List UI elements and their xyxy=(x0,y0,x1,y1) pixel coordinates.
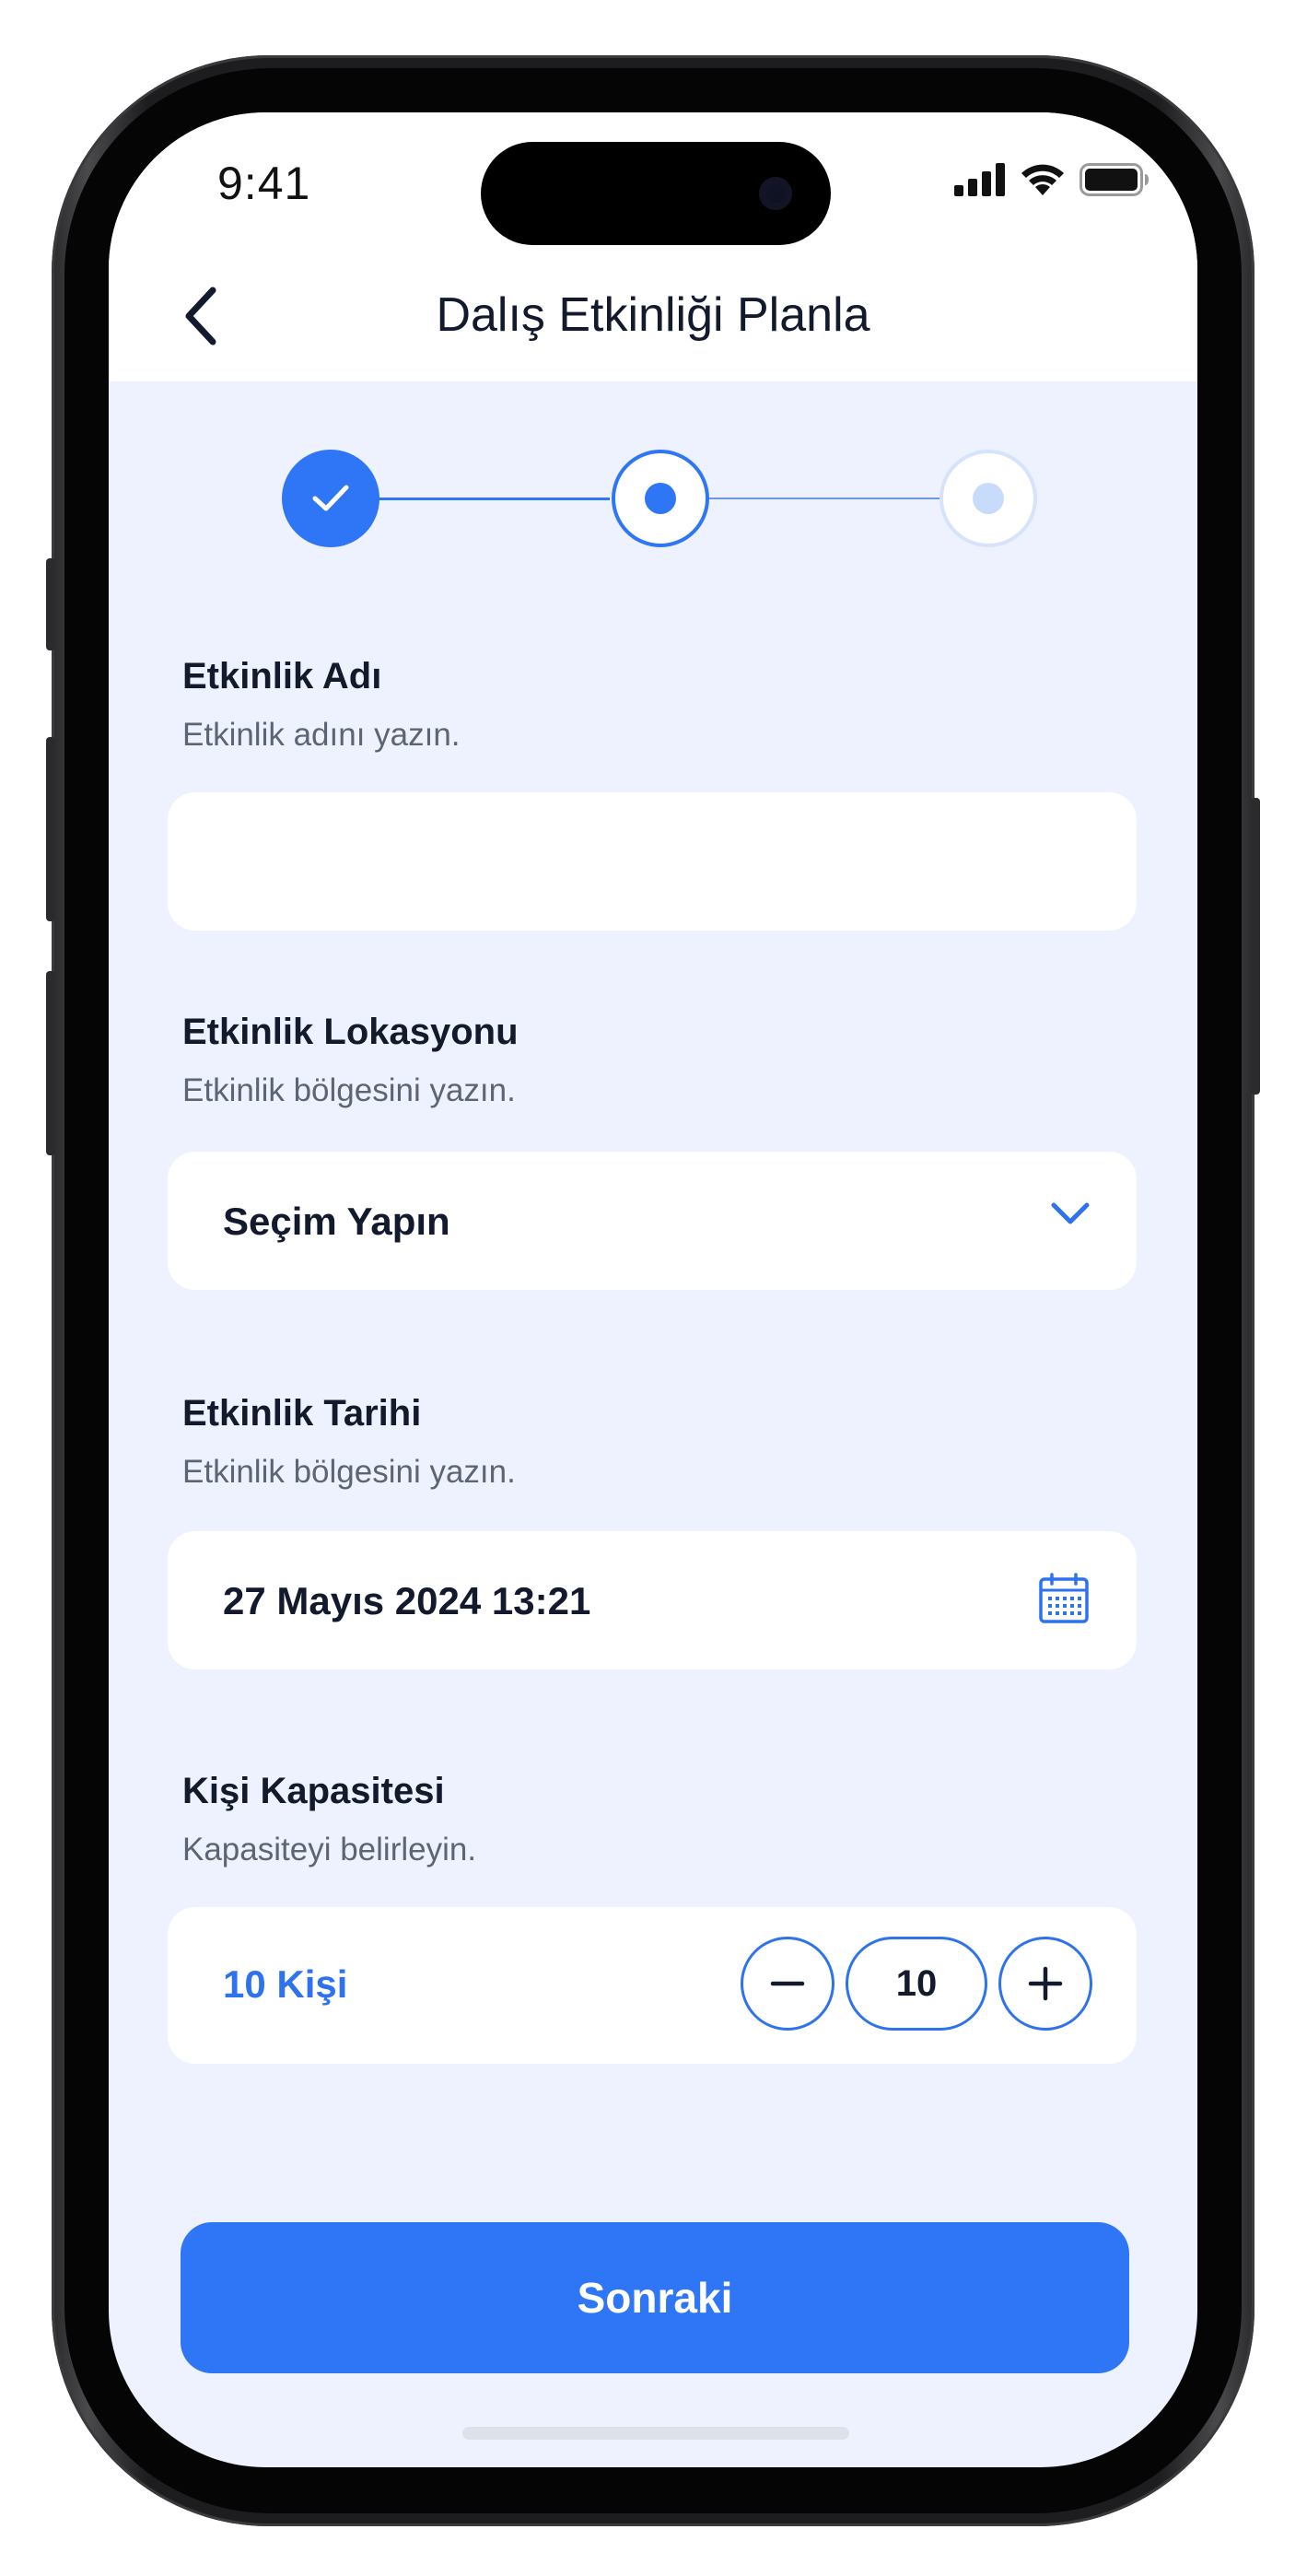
event-name-subtitle: Etkinlik adını yazın. xyxy=(182,717,461,753)
decrement-button[interactable] xyxy=(741,1937,834,2031)
status-icons xyxy=(954,162,1149,197)
step-2-dot xyxy=(645,483,676,514)
calendar-icon xyxy=(1039,1573,1089,1623)
battery-icon xyxy=(1079,163,1149,196)
event-name-input[interactable] xyxy=(168,792,1137,931)
next-button[interactable]: Sonraki xyxy=(181,2222,1129,2373)
event-location-title: Etkinlik Lokasyonu xyxy=(182,1012,519,1052)
event-name-title: Etkinlik Adı xyxy=(182,656,382,697)
step-connector-1 xyxy=(378,498,610,500)
home-indicator xyxy=(462,2427,849,2440)
page-title: Dalış Etkinliği Planla xyxy=(436,288,870,342)
dropdown-toggle[interactable] xyxy=(1050,1201,1091,1225)
status-time: 9:41 xyxy=(217,158,311,209)
calendar-button[interactable] xyxy=(1037,1572,1091,1625)
action-button xyxy=(46,558,55,650)
wifi-icon xyxy=(1021,164,1064,195)
app-screen: 9:41 Dalış Etkinliği Planla Etkinlik Adı… xyxy=(109,112,1197,2467)
quantity-value[interactable]: 10 xyxy=(846,1937,987,2031)
event-date-subtitle: Etkinlik bölgesini yazın. xyxy=(182,1454,516,1490)
check-icon xyxy=(312,485,349,511)
dynamic-island xyxy=(481,142,831,245)
increment-button[interactable] xyxy=(998,1937,1092,2031)
capacity-subtitle: Kapasiteyi belirleyin. xyxy=(182,1832,477,1868)
step-3-upcoming xyxy=(939,450,1037,547)
chevron-down-icon xyxy=(1051,1202,1090,1224)
event-location-subtitle: Etkinlik bölgesini yazın. xyxy=(182,1072,516,1108)
status-bar: 9:41 xyxy=(109,112,1197,251)
cellular-signal-icon xyxy=(954,163,1005,196)
step-3-dot xyxy=(973,483,1004,514)
event-location-value: Seçim Yapın xyxy=(223,1200,450,1243)
event-location-select[interactable]: Seçim Yapın xyxy=(168,1152,1137,1290)
volume-down-button xyxy=(46,971,55,1155)
capacity-label: 10 Kişi xyxy=(223,1962,348,2006)
app-header: Dalış Etkinliği Planla xyxy=(109,251,1197,381)
capacity-stepper: 10 xyxy=(741,1937,1092,2031)
event-date-field[interactable]: 27 Mayıs 2024 13:21 xyxy=(168,1531,1137,1669)
power-button xyxy=(1251,798,1260,1095)
volume-up-button xyxy=(46,737,55,921)
capacity-field: 10 Kişi 10 xyxy=(168,1907,1137,2064)
step-1-completed xyxy=(282,450,379,547)
event-name-field[interactable] xyxy=(168,792,1137,931)
plus-icon xyxy=(1028,1966,1063,2001)
minus-icon xyxy=(770,1981,805,1986)
event-date-title: Etkinlik Tarihi xyxy=(182,1393,422,1434)
capacity-title: Kişi Kapasitesi xyxy=(182,1771,445,1811)
camera-icon xyxy=(759,177,792,210)
event-date-value: 27 Mayıs 2024 13:21 xyxy=(223,1579,591,1622)
step-2-current xyxy=(612,450,709,547)
step-connector-2 xyxy=(709,498,939,499)
